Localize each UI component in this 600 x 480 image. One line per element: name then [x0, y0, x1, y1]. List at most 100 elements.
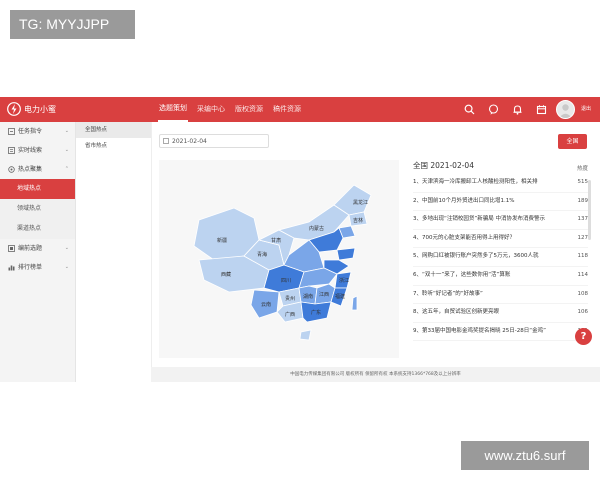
date-picker[interactable]: 2021-02-04	[159, 134, 269, 148]
sidebar-item-tasks[interactable]: 任务指令 ⌄	[0, 122, 75, 141]
nav-manuscripts[interactable]: 稿件资源	[272, 97, 302, 122]
sidebar-item-label: 编前选题	[18, 245, 43, 252]
task-icon	[8, 128, 15, 135]
ranking-row-heat: 137	[577, 216, 589, 223]
ranking-scrollbar[interactable]	[588, 180, 591, 240]
sidebar-item-rankings[interactable]: 排行榜单 ⌄	[0, 258, 75, 277]
china-heat-map[interactable]: 新疆 西藏 青海 甘肃 内蒙古 黑龙江 吉林 四川 云南 贵州 湖南 江西 广东…	[159, 160, 399, 358]
hot-ranking-list: 全国 2021-02-04 热度 1、天津滨海一冷库搬卸工人核酸检测阳性，相关排…	[413, 160, 588, 342]
ranking-row-text: 3、多地出现“注销校园贷”新骗局 中消协发布消费警示	[413, 216, 545, 223]
ranking-row-heat: 189	[577, 197, 589, 204]
chevron-down-icon: ⌄	[64, 245, 69, 251]
logout-link[interactable]: 退出	[581, 105, 591, 112]
sidebar-subitem-field-hot[interactable]: 领域热点	[0, 199, 75, 219]
region-hainan	[299, 329, 312, 341]
ranking-row-heat: 118	[577, 253, 589, 260]
sidebar-item-hotspots[interactable]: 热点聚集 ⌃	[0, 160, 75, 179]
hotspot-scope-panel: 全国热点 省市热点	[76, 122, 152, 382]
date-value: 2021-02-04	[172, 138, 207, 145]
ranking-row-heat: 114	[577, 271, 589, 278]
sidebar-item-label: 任务指令	[18, 128, 43, 135]
sidebar-item-label: 热点聚集	[18, 166, 43, 173]
ranking-row-text: 5、网购口红被银行账户突然多了5万元，3600人就	[413, 253, 539, 260]
ranking-row[interactable]: 1、天津滨海一冷库搬卸工人核酸检测阳性，相关排 515	[413, 174, 588, 193]
ranking-header: 全国 2021-02-04 热度	[413, 160, 588, 174]
user-icon	[559, 104, 572, 118]
bell-icon[interactable]	[510, 102, 525, 117]
search-icon[interactable]	[462, 102, 477, 117]
ranking-row[interactable]: 8、这五年，自贸试验区创新更亮眼 106	[413, 304, 588, 323]
map-label-sichuan: 四川	[281, 278, 291, 284]
brand-name: 电力小蜜	[24, 104, 56, 114]
main-nav: 选题策划 采编中心 版权资源 稿件资源	[158, 97, 302, 122]
ranking-row-heat: 106	[577, 309, 589, 316]
top-bar: 电力小蜜 选题策划 采编中心 版权资源 稿件资源 退出	[0, 97, 600, 122]
ranking-row-heat: 108	[577, 290, 589, 297]
user-avatar[interactable]	[556, 100, 575, 119]
rank-icon	[8, 265, 15, 271]
topic-icon	[8, 245, 15, 252]
map-label-gansu: 甘肃	[271, 237, 281, 244]
chevron-down-icon: ⌄	[64, 264, 69, 270]
ranking-row[interactable]: 7、聆听“好记者”的“好故事” 108	[413, 286, 588, 305]
brand-logo[interactable]: 电力小蜜	[7, 102, 56, 116]
ranking-row[interactable]: 2、中国前10个月外贸进出口同比增1.1% 189	[413, 193, 588, 212]
hot-icon	[8, 166, 15, 173]
calendar-icon	[163, 138, 169, 144]
ranking-row-heat: 515	[577, 179, 589, 185]
watermark-top-left: TG: MYYJJPP	[10, 10, 135, 39]
sidebar-item-topics[interactable]: 编前选题 ⌄	[0, 239, 75, 258]
map-label-guangdong: 广东	[311, 309, 321, 316]
scope-provincial[interactable]: 省市热点	[76, 138, 151, 154]
main-content: 2021-02-04 全国 新疆 西藏 青海 甘肃 内蒙古 黑龙江 吉林 四川 …	[151, 122, 600, 367]
ranking-row-text: 9、第33届中国电影金鸡奖提名揭晓 25日-28日“金鸡”	[413, 327, 546, 334]
sidebar-item-clues[interactable]: 实时线索 ⌄	[0, 141, 75, 160]
map-label-tibet: 西藏	[221, 271, 231, 278]
map-label-jiangxi: 江西	[319, 291, 329, 298]
ranking-row[interactable]: 4、700元的心脏支架能否用得上用得好？ 127	[413, 230, 588, 249]
map-label-qinghai: 青海	[257, 251, 267, 258]
map-label-yunnan: 云南	[261, 301, 271, 308]
map-label-inner-mongolia: 内蒙古	[309, 225, 324, 232]
map-label-guizhou: 贵州	[285, 295, 295, 302]
ranking-row-text: 2、中国前10个月外贸进出口同比增1.1%	[413, 197, 515, 204]
ranking-row-text: 1、天津滨海一冷库搬卸工人核酸检测阳性，相关排	[413, 179, 538, 185]
china-map-svg: 新疆 西藏 青海 甘肃 内蒙古 黑龙江 吉林 四川 云南 贵州 湖南 江西 广东…	[193, 184, 372, 341]
nav-copyright[interactable]: 版权资源	[234, 97, 264, 122]
ranking-row-heat: 127	[577, 234, 589, 241]
ranking-row-text: 7、聆听“好记者”的“好故事”	[413, 290, 483, 297]
heat-column-header: 热度	[576, 166, 588, 172]
nav-topic-planning[interactable]: 选题策划	[158, 97, 188, 122]
map-label-fujian: 福建	[335, 293, 345, 300]
scope-national[interactable]: 全国热点	[76, 122, 151, 138]
ranking-row[interactable]: 6、“双十一”来了，这些数你用“活”算账 114	[413, 267, 588, 286]
ranking-row-text: 6、“双十一”来了，这些数你用“活”算账	[413, 271, 511, 278]
footer: 中国电力传媒集团有限公司 版权所有 保留所有权 本系统支持1366*768及以上…	[151, 367, 600, 382]
chevron-up-icon: ⌃	[64, 166, 69, 172]
sidebar-subitem-channel-hot[interactable]: 渠道热点	[0, 219, 75, 239]
national-button[interactable]: 全国	[558, 134, 587, 149]
help-icon[interactable]: ?	[575, 328, 592, 345]
calendar-icon[interactable]	[534, 102, 549, 117]
map-label-xinjiang: 新疆	[217, 237, 227, 244]
ranking-row-text: 8、这五年，自贸试验区创新更亮眼	[413, 309, 500, 316]
region-shandong	[336, 247, 356, 261]
clue-icon	[8, 147, 15, 154]
map-label-guangxi: 广西	[285, 311, 295, 318]
nav-editing-center[interactable]: 采编中心	[196, 97, 226, 122]
ranking-row[interactable]: 5、网购口红被银行账户突然多了5万元，3600人就 118	[413, 248, 588, 267]
header-icons	[462, 102, 549, 117]
chat-icon[interactable]	[486, 102, 501, 117]
sidebar-item-label: 排行榜单	[18, 264, 43, 271]
map-label-jilin: 吉林	[353, 217, 363, 224]
sidebar-item-label: 实时线索	[18, 147, 43, 154]
ranking-row[interactable]: 9、第33届中国电影金鸡奖提名揭晓 25日-28日“金鸡”101	[413, 323, 588, 342]
chevron-down-icon: ⌄	[64, 147, 69, 153]
sidebar-subitem-region-hot[interactable]: 地域热点	[0, 179, 75, 199]
chevron-down-icon: ⌄	[64, 128, 69, 134]
ranking-row[interactable]: 3、多地出现“注销校园贷”新骗局 中消协发布消费警示 137	[413, 211, 588, 230]
map-label-heilongjiang: 黑龙江	[353, 199, 368, 206]
map-label-zhejiang: 浙江	[339, 277, 349, 284]
watermark-bottom-right: www.ztu6.surf	[461, 441, 589, 470]
region-taiwan	[351, 295, 358, 311]
